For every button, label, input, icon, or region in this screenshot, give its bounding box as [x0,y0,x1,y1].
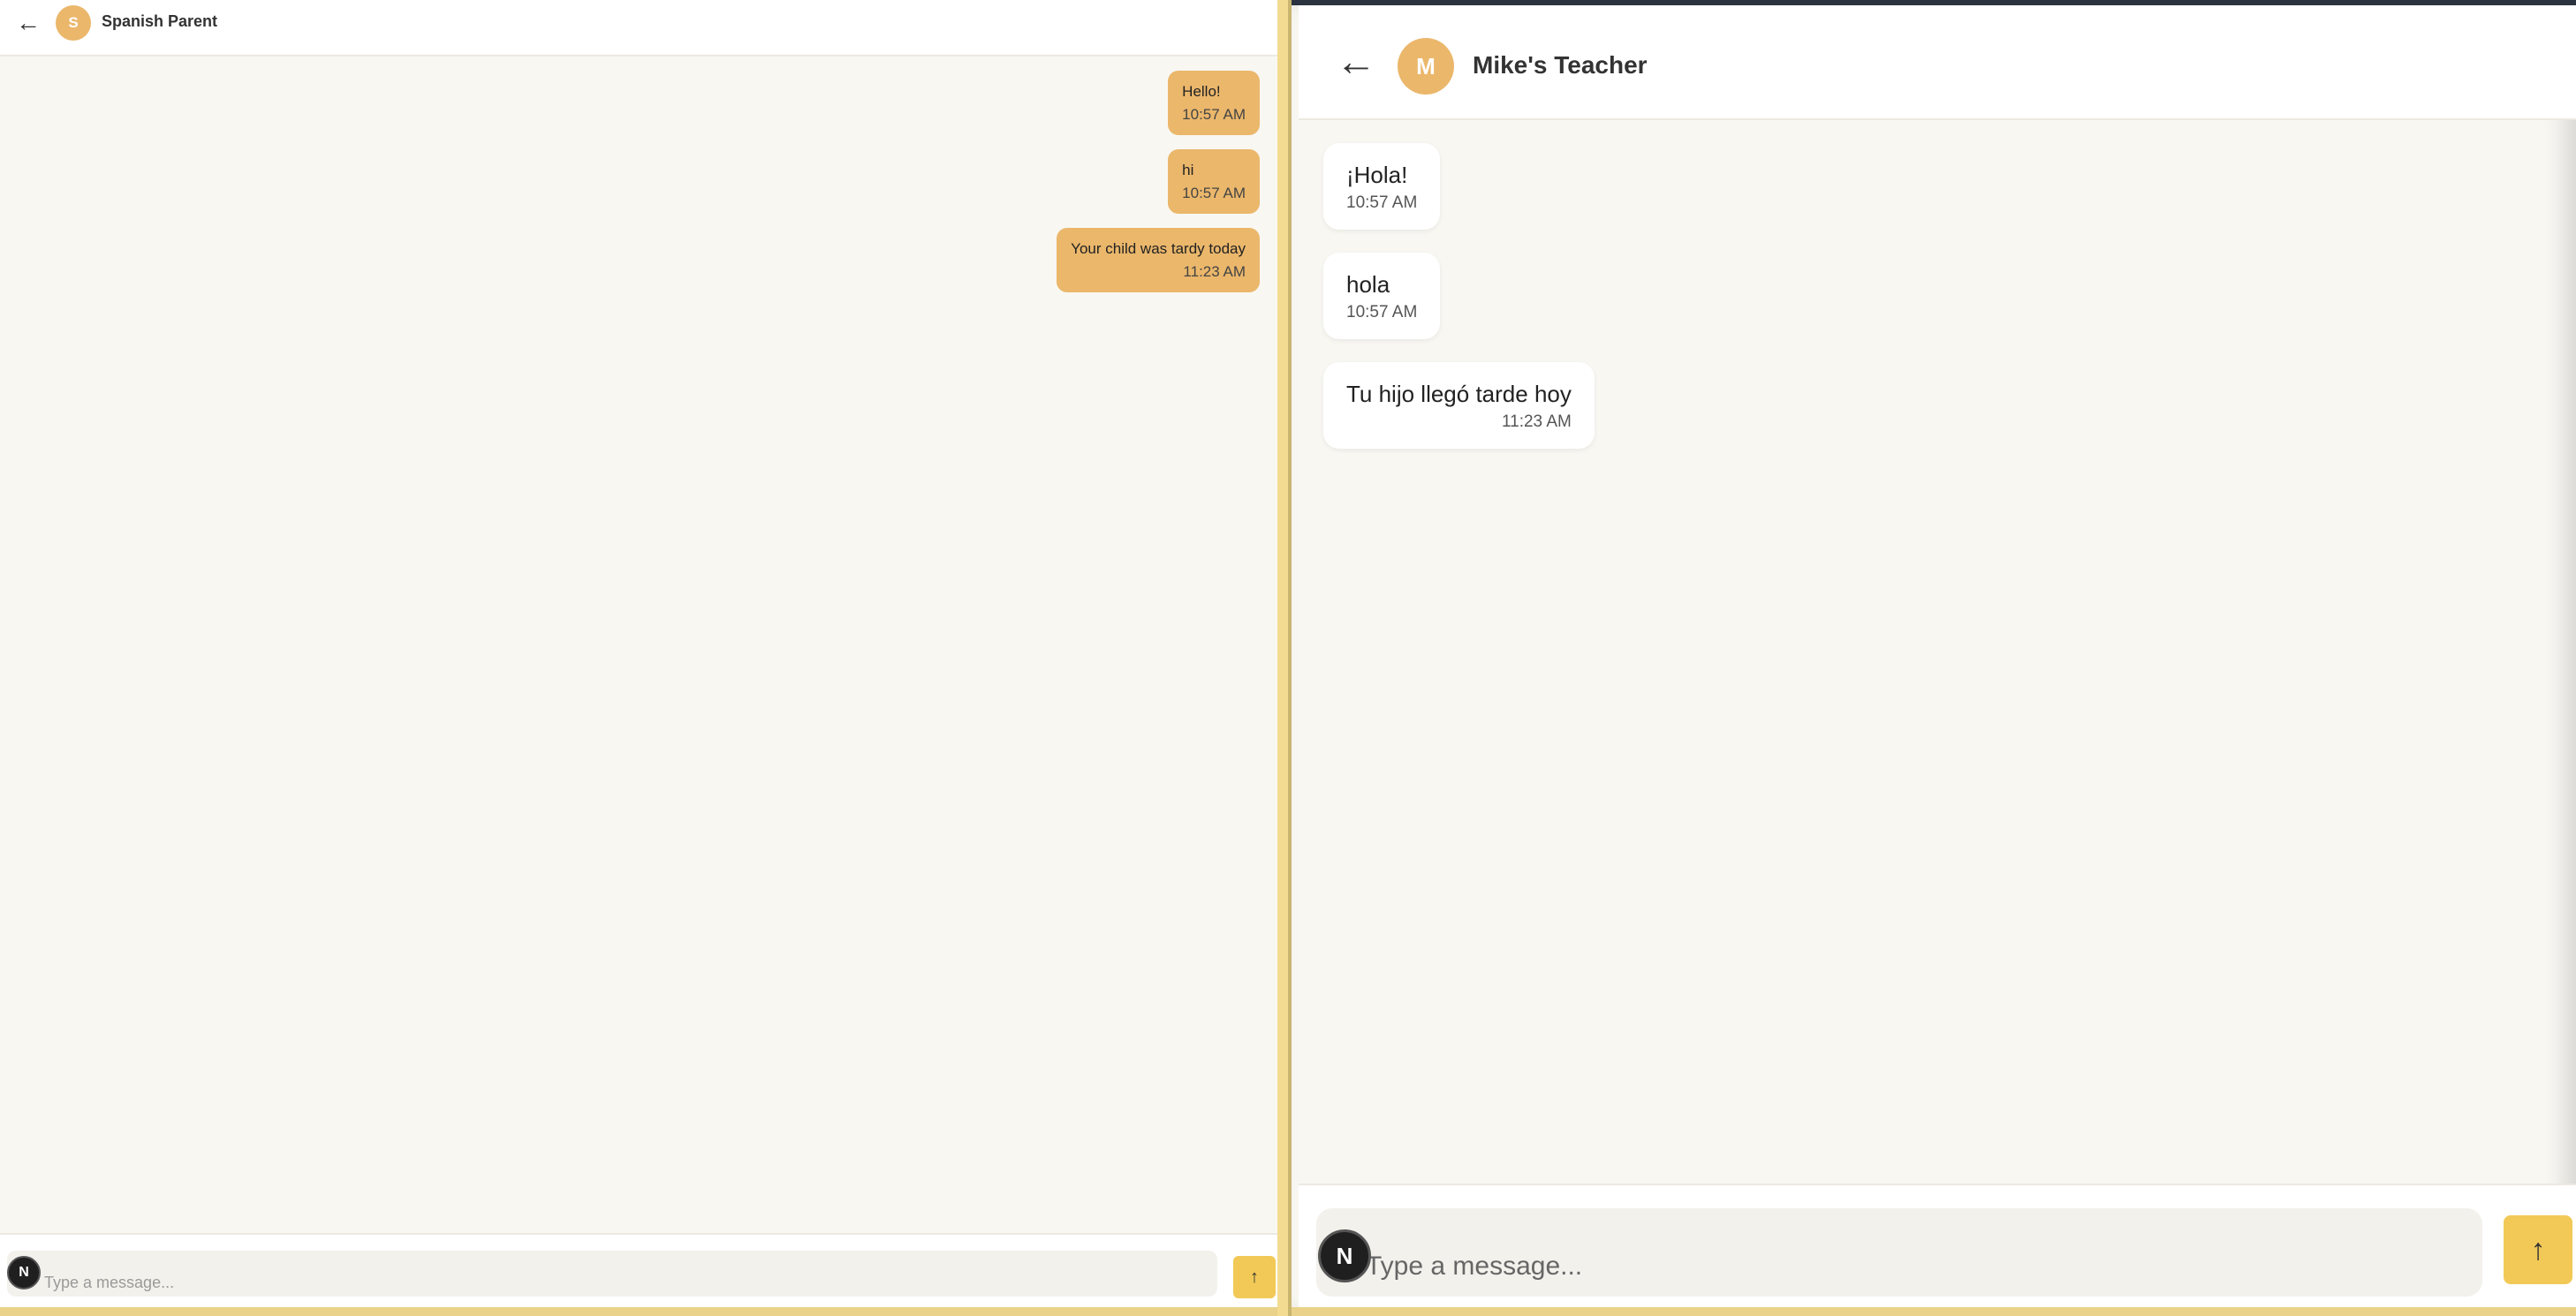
message-time: 10:57 AM [1182,106,1246,123]
message-bubble-incoming: ¡Hola! 10:57 AM [1323,143,1441,230]
message-text: Your child was tardy today [1071,240,1246,257]
pane-divider[interactable] [1277,0,1292,1316]
n-logo-icon[interactable]: N [1318,1229,1371,1282]
message-bubble-incoming: Tu hijo llegó tarde hoy 11:23 AM [1323,362,1595,449]
message-time: 11:23 AM [1183,263,1246,280]
message-text: Hello! [1182,83,1221,100]
message-text: ¡Hola! [1346,162,1408,188]
message-bubble-outgoing: Hello! 10:57 AM [1168,71,1260,135]
message-time: 11:23 AM [1501,412,1572,431]
send-button[interactable]: ↑ [1233,1256,1276,1298]
bottom-strip [1292,1307,2576,1316]
back-arrow-icon[interactable]: ← [1336,41,1376,81]
avatar: S [56,5,91,41]
message-input[interactable] [1316,1208,2482,1297]
back-arrow-icon[interactable]: ← [16,11,41,35]
message-bubble-outgoing: Your child was tardy today 11:23 AM [1057,228,1260,292]
message-bubble-outgoing: hi 10:57 AM [1168,149,1260,214]
chat-header: ← M Mike's Teacher [1299,5,2576,120]
message-input[interactable] [7,1251,1217,1297]
chat-header: ← S Spanish Parent [0,0,1277,57]
avatar: M [1398,38,1454,95]
message-composer: N ↑ [0,1233,1277,1307]
message-time: 10:57 AM [1182,185,1246,201]
message-text: hi [1182,162,1194,178]
message-time: 10:57 AM [1346,303,1418,321]
bottom-strip [0,1307,1277,1316]
message-bubble-incoming: hola 10:57 AM [1323,253,1441,339]
message-text: hola [1346,271,1390,298]
message-composer: N ↑ [1299,1184,2576,1309]
message-time: 10:57 AM [1346,193,1418,212]
send-button[interactable]: ↑ [2504,1215,2572,1284]
contact-name: Mike's Teacher [1473,51,1648,79]
left-chat-pane: ← S Spanish Parent Hello! 10:57 AM hi 10… [0,0,1277,1316]
right-chat-pane: ← M Mike's Teacher ¡Hola! 10:57 AM hola … [1292,0,2576,1316]
n-logo-icon[interactable]: N [7,1256,41,1290]
contact-name: Spanish Parent [102,12,218,30]
message-text: Tu hijo llegó tarde hoy [1346,381,1572,407]
